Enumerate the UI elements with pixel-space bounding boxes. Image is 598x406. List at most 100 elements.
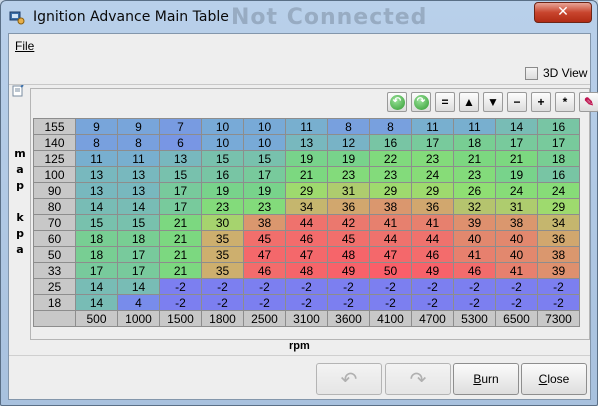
table-cell[interactable]: 36 bbox=[411, 198, 454, 215]
table-cell[interactable]: 29 bbox=[369, 182, 412, 199]
table-cell[interactable]: 38 bbox=[369, 198, 412, 215]
table-cell[interactable]: 10 bbox=[201, 118, 244, 135]
y-axis-value[interactable]: 100 bbox=[33, 166, 76, 183]
table-cell[interactable]: 15 bbox=[75, 214, 118, 231]
table-cell[interactable]: 29 bbox=[411, 182, 454, 199]
table-cell[interactable]: 36 bbox=[327, 198, 370, 215]
table-cell[interactable]: 34 bbox=[285, 198, 328, 215]
table-cell[interactable]: 21 bbox=[285, 166, 328, 183]
x-axis-value[interactable]: 7300 bbox=[537, 310, 580, 327]
table-cell[interactable]: 17 bbox=[117, 262, 160, 279]
table-cell[interactable]: 11 bbox=[75, 150, 118, 167]
plus-button[interactable]: + bbox=[531, 92, 551, 112]
table-cell[interactable]: 40 bbox=[495, 230, 538, 247]
y-axis-value[interactable]: 50 bbox=[33, 246, 76, 263]
table-cell[interactable]: -2 bbox=[285, 278, 328, 295]
multiply-button[interactable]: * bbox=[555, 92, 575, 112]
table-cell[interactable]: 24 bbox=[537, 182, 580, 199]
menu-file[interactable]: File bbox=[15, 39, 34, 53]
table-cell[interactable]: 15 bbox=[117, 214, 160, 231]
table-cell[interactable]: 35 bbox=[201, 230, 244, 247]
table-cell[interactable]: 29 bbox=[285, 182, 328, 199]
table-cell[interactable]: -2 bbox=[495, 294, 538, 311]
table-cell[interactable]: 9 bbox=[117, 118, 160, 135]
y-axis-value[interactable]: 155 bbox=[33, 118, 76, 135]
table-cell[interactable]: 21 bbox=[453, 150, 496, 167]
table-cell[interactable]: 23 bbox=[243, 198, 286, 215]
table-cell[interactable]: 44 bbox=[369, 230, 412, 247]
table-cell[interactable]: 9 bbox=[75, 118, 118, 135]
table-cell[interactable]: 23 bbox=[453, 166, 496, 183]
table-cell[interactable]: 46 bbox=[411, 246, 454, 263]
rotate-right-button[interactable]: ↷ bbox=[411, 92, 431, 112]
table-cell[interactable]: 17 bbox=[495, 134, 538, 151]
x-axis-value[interactable]: 500 bbox=[75, 310, 118, 327]
table-cell[interactable]: 8 bbox=[75, 134, 118, 151]
table-cell[interactable]: 17 bbox=[75, 262, 118, 279]
table-cell[interactable]: 50 bbox=[369, 262, 412, 279]
table-cell[interactable]: 14 bbox=[75, 278, 118, 295]
table-cell[interactable]: 22 bbox=[369, 150, 412, 167]
table-cell[interactable]: 45 bbox=[327, 230, 370, 247]
table-cell[interactable]: -2 bbox=[453, 294, 496, 311]
table-cell[interactable]: 45 bbox=[243, 230, 286, 247]
table-cell[interactable]: 46 bbox=[453, 262, 496, 279]
table-cell[interactable]: 13 bbox=[117, 166, 160, 183]
table-cell[interactable]: 16 bbox=[537, 118, 580, 135]
y-axis-value[interactable]: 33 bbox=[33, 262, 76, 279]
table-cell[interactable]: 41 bbox=[453, 246, 496, 263]
table-cell[interactable]: 40 bbox=[495, 246, 538, 263]
table-cell[interactable]: 7 bbox=[159, 118, 202, 135]
table-cell[interactable]: 13 bbox=[285, 134, 328, 151]
table-cell[interactable]: 15 bbox=[159, 166, 202, 183]
table-cell[interactable]: 38 bbox=[495, 214, 538, 231]
pencil-button[interactable]: ✎ bbox=[579, 92, 598, 112]
table-cell[interactable]: 8 bbox=[117, 134, 160, 151]
table-cell[interactable]: 46 bbox=[243, 262, 286, 279]
table-cell[interactable]: 13 bbox=[75, 166, 118, 183]
y-axis-value[interactable]: 125 bbox=[33, 150, 76, 167]
minus-button[interactable]: − bbox=[507, 92, 527, 112]
y-axis-value[interactable]: 60 bbox=[33, 230, 76, 247]
table-cell[interactable]: 41 bbox=[495, 262, 538, 279]
table-cell[interactable]: 19 bbox=[495, 166, 538, 183]
table-cell[interactable]: 19 bbox=[285, 150, 328, 167]
table-cell[interactable]: 19 bbox=[201, 182, 244, 199]
table-cell[interactable]: 11 bbox=[117, 150, 160, 167]
table-cell[interactable]: 26 bbox=[453, 182, 496, 199]
table-cell[interactable]: 4 bbox=[117, 294, 160, 311]
table-cell[interactable]: -2 bbox=[201, 294, 244, 311]
x-axis-value[interactable]: 1000 bbox=[117, 310, 160, 327]
table-cell[interactable]: -2 bbox=[327, 278, 370, 295]
table-cell[interactable]: 21 bbox=[159, 246, 202, 263]
table-cell[interactable]: 13 bbox=[117, 182, 160, 199]
y-axis-value[interactable]: 90 bbox=[33, 182, 76, 199]
table-cell[interactable]: 15 bbox=[201, 150, 244, 167]
table-cell[interactable]: 31 bbox=[495, 198, 538, 215]
burn-button[interactable]: Burn bbox=[453, 363, 519, 395]
rotate-left-button[interactable]: ↶ bbox=[387, 92, 407, 112]
table-cell[interactable]: -2 bbox=[159, 294, 202, 311]
table-cell[interactable]: 10 bbox=[201, 134, 244, 151]
table-cell[interactable]: 14 bbox=[75, 294, 118, 311]
table-cell[interactable]: 18 bbox=[537, 150, 580, 167]
table-cell[interactable]: 39 bbox=[537, 262, 580, 279]
table-cell[interactable]: 49 bbox=[411, 262, 454, 279]
table-cell[interactable]: 11 bbox=[285, 118, 328, 135]
table-cell[interactable]: 21 bbox=[495, 150, 538, 167]
table-cell[interactable]: 8 bbox=[327, 118, 370, 135]
table-cell[interactable]: -2 bbox=[411, 278, 454, 295]
table-cell[interactable]: -2 bbox=[243, 278, 286, 295]
table-cell[interactable]: 47 bbox=[369, 246, 412, 263]
table-cell[interactable]: -2 bbox=[369, 278, 412, 295]
table-cell[interactable]: 21 bbox=[159, 214, 202, 231]
y-axis-value[interactable]: 140 bbox=[33, 134, 76, 151]
table-cell[interactable]: 24 bbox=[411, 166, 454, 183]
table-cell[interactable]: 49 bbox=[327, 262, 370, 279]
table-cell[interactable]: 17 bbox=[117, 246, 160, 263]
table-cell[interactable]: 48 bbox=[327, 246, 370, 263]
table-cell[interactable]: 18 bbox=[75, 246, 118, 263]
table-cell[interactable]: 19 bbox=[243, 182, 286, 199]
table-cell[interactable]: 12 bbox=[327, 134, 370, 151]
table-cell[interactable]: 46 bbox=[285, 230, 328, 247]
